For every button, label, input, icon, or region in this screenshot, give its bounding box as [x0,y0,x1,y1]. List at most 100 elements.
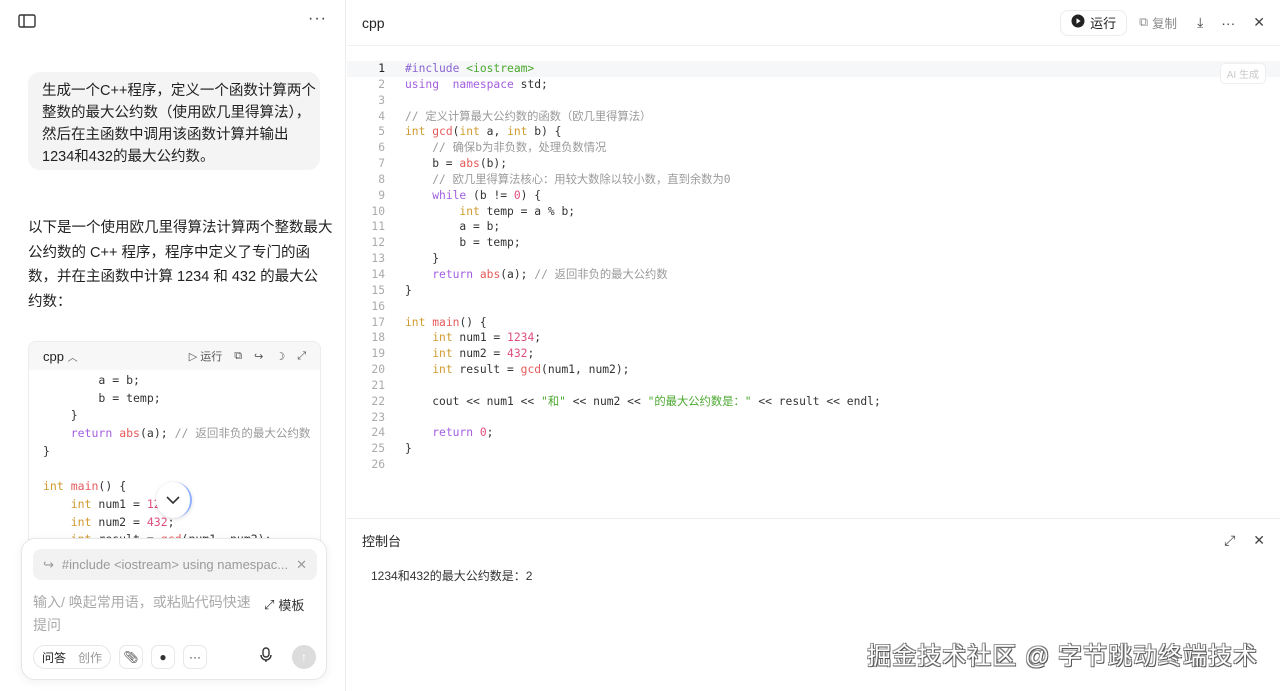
github-icon[interactable]: ● [151,645,176,669]
code-token: namespace [452,77,514,91]
code-token: abs [459,157,480,171]
line-text: using namespace std; [387,77,548,93]
code-line: 2 using namespace std; [347,77,1280,93]
line-number: 7 [378,157,385,171]
mode-create[interactable]: 创作 [78,649,102,666]
theme-moon-icon[interactable]: ☽ [275,350,285,363]
line-text: // 定义计算最大公约数的函数（欧几里得算法） [387,109,651,125]
code-token: 0 [513,188,521,202]
code-token: a = b; [43,373,140,387]
expand-icon: ⤢ [264,596,275,612]
quote-arrow-icon[interactable]: ↪ [254,350,263,363]
code-editor[interactable]: 1 #include <iostream> 2 using namespace std… [347,47,1280,517]
template-label: 模板 [278,598,305,613]
remove-quote-icon[interactable]: ✕ [296,557,307,573]
message-line: 生成一个C++程序，定义一个函数计算两个 [42,83,316,99]
code-token: abs [479,267,501,281]
code-line: 25} [347,441,1280,457]
code-token: } [43,408,78,423]
code-line: 5 int gcd(int a, int b) { [347,124,1280,140]
code-token: return [70,426,113,441]
code-token: num1 = [91,496,147,511]
chat-panel: ··· 生成一个C++程序，定义一个函数计算两个 整数的最大公约数（使用欧几里得… [0,0,346,691]
download-icon[interactable]: ⤓ [1197,14,1203,31]
mode-switch[interactable]: 问答 创作 [33,645,112,669]
more-options-icon[interactable]: ··· [1221,15,1235,31]
sidebar-toggle-icon[interactable] [18,13,36,29]
code-card-lang: cpp [43,348,64,364]
run-button[interactable]: 运行 [1060,9,1128,36]
code-token: (b); [479,157,508,171]
code-token: } [405,442,412,456]
close-console-icon[interactable]: ✕ [1253,532,1265,549]
code-token: << num2 << [565,394,648,408]
code-line: 26 [347,457,1280,473]
line-number: 21 [371,378,385,392]
code-token: int [507,125,528,139]
line-text: return 0; [387,425,493,441]
code-token: 0 [479,426,487,440]
code-card: cpp ︿ ▷ 运行 ⧉ ↪ ☽ ⤢ a = b; b = temp; } re… [28,341,321,556]
copy-button[interactable]: ⧉ 复制 [1139,13,1177,32]
code-token: gcd [520,363,542,377]
attachment-icon[interactable]: 📎︎ [119,645,144,669]
code-line: 12 b = temp; [347,235,1280,251]
chevron-down-icon [166,491,180,509]
line-text: } [387,441,412,457]
microphone-icon[interactable] [260,646,272,668]
line-text: // 确保b为非负数，处理负数情况 [387,140,606,156]
code-token: 432 [146,514,168,529]
expand-icon[interactable]: ⤢ [1224,532,1235,549]
message-line: 1234和432的最大公约数。 [42,149,215,165]
line-text: } [387,251,439,267]
line-number: 23 [371,410,385,424]
line-text [387,299,412,315]
more-options-icon[interactable]: ··· [308,10,327,28]
scroll-down-button[interactable] [156,482,192,518]
code-card-body: a = b; b = temp; } return abs(a); // 返回非… [29,370,320,549]
line-number: 8 [378,172,385,186]
code-token: num2 = [91,514,147,529]
template-button[interactable]: ⤢ 模板 [264,595,304,614]
code-token: // 返回非负的最大公约数 [174,426,311,441]
code-line: } [43,443,320,461]
code-token: int [70,514,92,529]
code-token: ) { [520,188,542,202]
line-text: int main() { [387,315,487,331]
code-token: return [432,426,474,440]
line-number: 15 [371,283,385,297]
line-number: 25 [371,442,385,456]
line-text: a = b; [387,219,500,235]
answer-line: 约数： [28,293,72,310]
expand-icon[interactable]: ⤢ [297,350,306,363]
line-text: b = temp; [387,235,520,251]
line-number: 13 [371,252,385,266]
mode-qa[interactable]: 问答 [42,649,66,666]
code-token: } [43,443,50,458]
code-token: (a); [500,267,535,281]
close-icon[interactable]: ✕ [1253,14,1265,31]
code-token: // 确保b为非负数，处理负数情况 [432,141,607,155]
code-token: std; [513,77,548,91]
code-card-lang-toggle[interactable]: cpp ︿ [43,349,189,364]
line-number: 11 [371,220,385,234]
answer-line: 数，并在主函数中计算 1234 和 432 的最大公 [28,269,319,285]
more-icon[interactable]: ··· [183,645,208,669]
code-token: using [405,77,440,91]
line-number: 5 [378,125,385,139]
send-button[interactable]: ↑ [292,645,316,669]
message-line: 整数的最大公约数（使用欧几里得算法）， [42,105,311,121]
answer-line: 公约数的 C++ 程序，程序中定义了专门的函 [28,244,310,261]
code-token: int [432,347,453,361]
code-line: 15} [347,283,1280,299]
line-number: 2 [378,77,385,91]
copy-icon[interactable]: ⧉ [234,350,242,363]
code-line: 4 // 定义计算最大公约数的函数（欧几里得算法） [347,109,1280,125]
message-input[interactable]: 输入/ 唤起常用语，或粘贴代码快速提问 [33,591,253,637]
chat-composer: ↪ #include <iostream> using namespac... … [21,538,327,680]
code-card-run-button[interactable]: ▷ 运行 [189,348,223,364]
code-token: } [405,252,440,266]
